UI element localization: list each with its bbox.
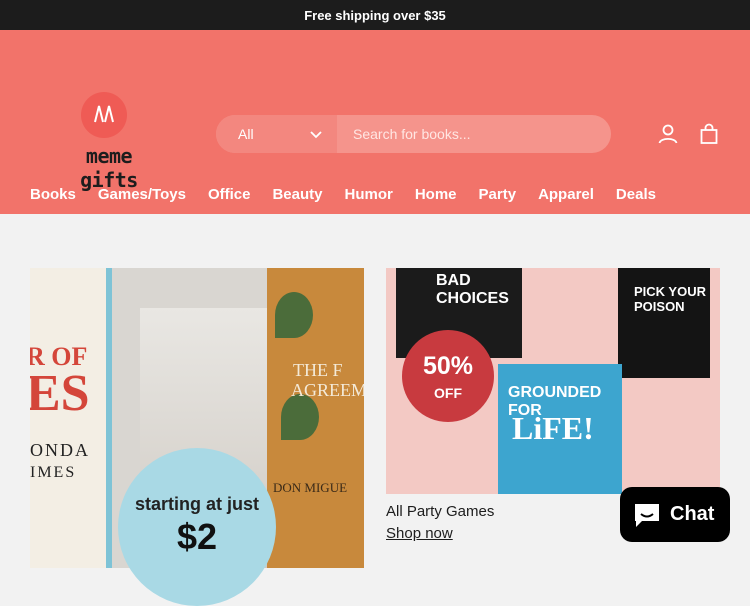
chevron-down-icon <box>310 131 322 139</box>
search-category-select[interactable]: All <box>216 115 337 153</box>
discount-percent: 50% <box>422 352 474 380</box>
price-badge-value: $2 <box>176 516 218 557</box>
book-right-line1: THE F <box>293 360 343 380</box>
promo-party-games-banner[interactable]: BAD CHOICES PICK YOUR POISON GROUNDED FO… <box>386 268 720 494</box>
price-badge: starting at just $2 <box>118 448 276 606</box>
nav-item-games-toys[interactable]: Games/Toys <box>98 186 186 203</box>
discount-badge: 50% OFF <box>402 330 494 422</box>
book-cover-right: THE F AGREEM DON MIGUE <box>267 268 364 568</box>
game-box-grounded-for-life: GROUNDED FOR LiFE! <box>498 364 622 494</box>
chat-label: Chat <box>670 503 715 525</box>
nav-item-office[interactable]: Office <box>208 186 251 203</box>
book-cover-left: R OF ES ONDA IMES <box>30 268 112 568</box>
price-badge-caption: starting at just <box>134 494 259 514</box>
search-input[interactable] <box>337 115 611 153</box>
game-box-title: BAD CHOICES <box>436 272 509 307</box>
promo-title: All Party Games <box>386 503 495 520</box>
search-category-value: All <box>238 126 254 142</box>
nav-item-home[interactable]: Home <box>415 186 457 203</box>
book-right-line2: AGREEM <box>291 380 364 400</box>
book-right-line3: DON MIGUE <box>273 480 348 495</box>
nav-item-humor[interactable]: Humor <box>345 186 393 203</box>
site-header: meme gifts All Books Games/Toys Office B… <box>0 30 750 214</box>
brand-name: meme gifts <box>80 144 138 192</box>
nav-item-books[interactable]: Books <box>30 186 76 203</box>
cart-bag-icon[interactable] <box>697 122 721 146</box>
game-box-title: PICK YOUR POISON <box>634 284 706 314</box>
main-nav: Books Games/Toys Office Beauty Humor Hom… <box>30 186 678 203</box>
nav-item-party[interactable]: Party <box>479 186 517 203</box>
shop-now-link[interactable]: Shop now <box>386 525 453 542</box>
book-left-line2: ES <box>30 365 90 422</box>
chat-button[interactable]: Chat <box>620 487 730 542</box>
logo-mark-icon <box>81 92 127 138</box>
account-icon[interactable] <box>656 122 680 146</box>
announcement-bar: Free shipping over $35 <box>0 0 750 30</box>
nav-item-apparel[interactable]: Apparel <box>538 186 594 203</box>
search-bar: All <box>216 115 611 153</box>
discount-label: OFF <box>434 385 462 401</box>
nav-item-deals[interactable]: Deals <box>616 186 656 203</box>
book-left-line3: ONDA <box>30 440 90 460</box>
game-box-subtitle: LiFE! <box>512 410 594 446</box>
chat-bubble-icon <box>635 503 659 527</box>
nav-item-beauty[interactable]: Beauty <box>272 186 322 203</box>
brand-logo[interactable]: meme gifts <box>54 88 164 192</box>
leaf-icon <box>275 292 313 338</box>
game-box-pick-your-poison: PICK YOUR POISON <box>618 268 710 378</box>
announcement-text: Free shipping over $35 <box>304 7 446 23</box>
book-left-line4: IMES <box>30 464 77 481</box>
